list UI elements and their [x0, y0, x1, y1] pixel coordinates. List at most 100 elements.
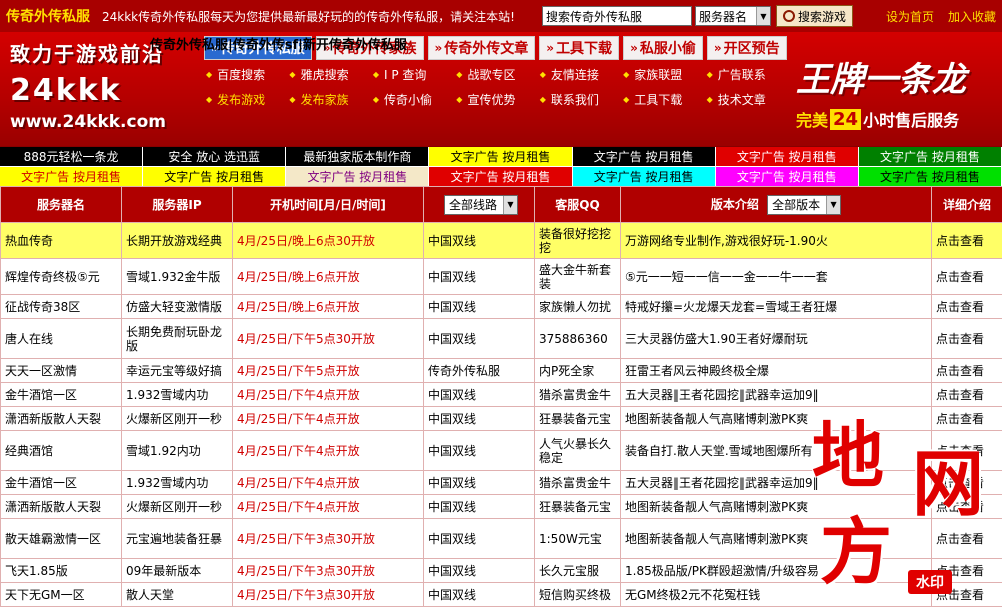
- version-filter-select[interactable]: 全部版本 ▼: [767, 194, 842, 215]
- tab-preview[interactable]: » 开区预告: [706, 36, 787, 60]
- text-ad[interactable]: 文字广告 按月租售: [715, 167, 859, 187]
- detail-link[interactable]: 点击查看: [931, 258, 1002, 295]
- line-cell: 中国双线: [423, 222, 535, 259]
- detail-link[interactable]: 点击查看: [931, 558, 1002, 583]
- text-ad[interactable]: 文字广告 按月租售: [0, 167, 144, 187]
- server-ip-cell: 09年最新版本: [121, 558, 233, 583]
- text-ad[interactable]: 文字广告 按月租售: [858, 167, 1002, 187]
- site-slogan: 24kkk传奇外传私服每天为您提供最新最好玩的的传奇外传私服，请关注本站!: [102, 9, 515, 24]
- quick-link[interactable]: ◆ 发布游戏: [206, 91, 289, 108]
- detail-link[interactable]: 点击查看: [931, 222, 1002, 259]
- line-cell: 中国双线: [423, 518, 535, 559]
- server-name-cell[interactable]: 辉煌传奇终极⑤元: [0, 258, 122, 295]
- table-row: 征战传奇38区 仿盛大轻变激情版 4月/25日/晚上6点开放 中国双线 家族懒人勿扰 特戒…: [0, 294, 1002, 319]
- detail-link[interactable]: 点击查看: [931, 358, 1002, 383]
- server-name-cell[interactable]: 天下无GM一区: [0, 582, 122, 607]
- detail-link[interactable]: 点击查看: [931, 294, 1002, 319]
- detail-link[interactable]: 点击查看: [931, 382, 1002, 407]
- quick-link[interactable]: ◆ 宣传优势: [456, 91, 539, 108]
- chevron-down-icon: ▼: [503, 195, 517, 214]
- detail-link[interactable]: 点击查看: [931, 430, 1002, 471]
- server-name-cell[interactable]: 金牛酒馆一区: [0, 470, 122, 495]
- quick-link[interactable]: ◆ 工具下载: [623, 91, 706, 108]
- quick-link[interactable]: ◆ 广告联系: [707, 66, 790, 83]
- quick-link[interactable]: ◆ I P 查询: [373, 66, 456, 83]
- bullet-icon: ◆: [206, 95, 213, 104]
- tab-articles[interactable]: » 传奇外传文章: [427, 36, 536, 60]
- version-cell: ⑤元一一短一一信一一金一一牛一一套: [620, 258, 932, 295]
- server-type-select[interactable]: 服务器名 ▼: [695, 6, 771, 26]
- server-name-cell[interactable]: 金牛酒馆一区: [0, 382, 122, 407]
- server-ip-cell: 幸运元宝等级好搞: [121, 358, 233, 383]
- table-row: 金牛酒馆一区 1.932雪域内功 4月/25日/下午4点开放 中国双线 猎杀富贵金牛 五大…: [0, 382, 1002, 407]
- line-cell: 中国双线: [423, 494, 535, 519]
- site-logo[interactable]: 致力于游戏前沿 24kkk www.24kkk.com: [10, 38, 200, 138]
- quick-link[interactable]: ◆ 雅虎搜索: [289, 66, 372, 83]
- server-ip-cell: 雪域1.92内功: [121, 430, 233, 471]
- set-home-link[interactable]: 设为首页: [886, 8, 934, 25]
- text-ad[interactable]: 最新独家版本制作商: [286, 147, 430, 167]
- header-line: 全部线路 ▼: [423, 186, 535, 223]
- search-game-button[interactable]: 搜索游戏: [776, 5, 854, 27]
- text-ad[interactable]: 文字广告 按月租售: [715, 147, 859, 167]
- quick-link[interactable]: ◆ 传奇小偷: [373, 91, 456, 108]
- line-cell: 中国双线: [423, 382, 535, 407]
- quick-link[interactable]: ◆ 家族联盟: [623, 66, 706, 83]
- table-row: 金牛酒馆一区 1.932雪域内功 4月/25日/下午4点开放 中国双线 猎杀富贵金牛 五大…: [0, 470, 1002, 495]
- text-ad[interactable]: 888元轻松一条龙: [0, 147, 144, 167]
- server-name-cell[interactable]: 天天一区激情: [0, 358, 122, 383]
- server-name-cell[interactable]: 热血传奇: [0, 222, 122, 259]
- brand-ad[interactable]: 王牌一条龙 完美 24 小时售后服务: [796, 52, 996, 142]
- text-ad[interactable]: 文字广告 按月租售: [572, 147, 716, 167]
- bullet-icon: ◆: [372, 70, 379, 79]
- table-row: 唐人在线 长期免费耐玩卧龙版 4月/25日/下午5点30开放 中国双线 37588636…: [0, 318, 1002, 359]
- table-row: 经典酒馆 雪域1.92内功 4月/25日/下午4点开放 中国双线 人气火暴长久稳定 装备自…: [0, 430, 1002, 471]
- version-cell: 地图新装备靓人气高赌博刺激PK爽: [620, 518, 932, 559]
- text-ad[interactable]: 文字广告 按月租售: [143, 167, 287, 187]
- line-cell: 传奇外传私服: [423, 358, 535, 383]
- server-name-cell[interactable]: 潇洒新版散人天裂: [0, 406, 122, 431]
- server-name-cell[interactable]: 散天雄霸激情一区: [0, 518, 122, 559]
- server-name-cell[interactable]: 唐人在线: [0, 318, 122, 359]
- quick-link[interactable]: ◆ 技术文章: [707, 91, 790, 108]
- brand-prefix: 完美: [796, 111, 829, 130]
- line-cell: 中国双线: [423, 558, 535, 583]
- server-name-cell[interactable]: 潇洒新版散人天裂: [0, 494, 122, 519]
- server-name-cell[interactable]: 飞天1.85版: [0, 558, 122, 583]
- bullet-icon: ◆: [623, 95, 630, 104]
- bullet-icon: ◆: [539, 95, 546, 104]
- text-ad[interactable]: 文字广告 按月租售: [858, 147, 1002, 167]
- detail-link[interactable]: 点击查看: [931, 518, 1002, 559]
- open-time-cell: 4月/25日/下午5点开放: [232, 358, 424, 383]
- search-input[interactable]: [542, 6, 692, 26]
- text-ad[interactable]: 文字广告 按月租售: [429, 167, 573, 187]
- text-ad[interactable]: 文字广告 按月租售: [286, 167, 430, 187]
- tab-tools[interactable]: » 工具下载: [539, 36, 620, 60]
- version-cell: 地图新装备靓人气高赌博刺激PK爽: [620, 406, 932, 431]
- tab-thief[interactable]: » 私服小偷: [623, 36, 703, 60]
- quick-link[interactable]: ◆ 联系我们: [540, 91, 623, 108]
- quick-link[interactable]: ◆ 百度搜索: [206, 66, 289, 83]
- bullet-icon: ◆: [539, 70, 546, 79]
- line-filter-select[interactable]: 全部线路 ▼: [443, 194, 518, 215]
- detail-link[interactable]: 点击查看: [931, 318, 1002, 359]
- server-name-cell[interactable]: 经典酒馆: [0, 430, 122, 471]
- site-name-link[interactable]: 传奇外传私服: [6, 6, 94, 26]
- detail-link[interactable]: 点击查看: [931, 582, 1002, 607]
- server-name-cell[interactable]: 征战传奇38区: [0, 294, 122, 319]
- qq-cell: 猎杀富贵金牛: [534, 382, 621, 407]
- text-ad[interactable]: 文字广告 按月租售: [429, 147, 573, 167]
- quick-link[interactable]: ◆ 战歌专区: [456, 66, 539, 83]
- server-ip-cell: 散人天堂: [121, 582, 233, 607]
- text-ad[interactable]: 文字广告 按月租售: [572, 167, 716, 187]
- bullet-icon: ◆: [372, 95, 379, 104]
- detail-link[interactable]: 点击查看: [931, 406, 1002, 431]
- quick-link[interactable]: ◆ 发布家族: [289, 91, 372, 108]
- qq-cell: 1:50W元宝: [534, 518, 621, 559]
- quick-link[interactable]: ◆ 友情连接: [540, 66, 623, 83]
- text-ad[interactable]: 安全 放心 选迅蓝: [143, 147, 287, 167]
- add-favorite-link[interactable]: 加入收藏: [948, 8, 996, 25]
- detail-link[interactable]: 点击查看: [931, 494, 1002, 519]
- detail-link[interactable]: 点击查看: [931, 470, 1002, 495]
- line-cell: 中国双线: [423, 582, 535, 607]
